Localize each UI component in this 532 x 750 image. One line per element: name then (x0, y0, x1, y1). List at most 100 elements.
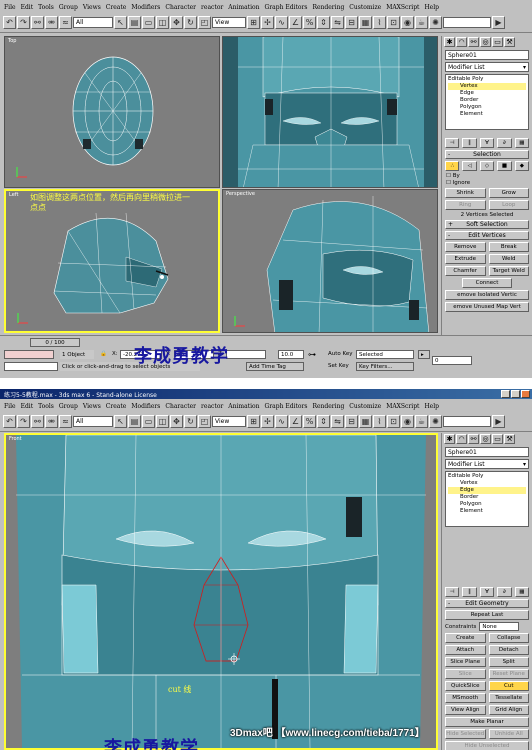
pin-stack-icon[interactable]: ⊣ (445, 587, 460, 597)
render-scene-icon[interactable]: ☕ (415, 16, 428, 29)
object-name-field[interactable]: Sphere01 (445, 447, 529, 457)
viewport-front[interactable]: Front cut 线 (4, 433, 438, 750)
layer-icon[interactable]: ▦ (359, 415, 372, 428)
maxscript-listener[interactable] (4, 350, 54, 359)
by-option[interactable]: ☐ By (446, 173, 528, 179)
edit-geometry-rollout-header[interactable]: - Edit Geometry (445, 599, 529, 608)
menu-help[interactable]: Help (424, 4, 439, 11)
snap-icon[interactable]: ∿ (275, 415, 288, 428)
menu-edit[interactable]: Edit (21, 4, 34, 11)
stack-item-element[interactable]: Element (448, 508, 526, 515)
configure-sets-icon[interactable]: ▦ (514, 138, 530, 148)
detach-button[interactable]: Detach (488, 645, 529, 655)
utilities-tab-icon[interactable]: ⚒ (504, 434, 515, 444)
pivot-icon[interactable]: ⊞ (247, 16, 260, 29)
slice-button[interactable]: Slice (445, 669, 486, 679)
slice-plane-button[interactable]: Slice Plane (445, 657, 486, 667)
key-icon[interactable]: ⊶ (308, 350, 316, 359)
add-time-tag-button[interactable]: Add Time Tag (246, 362, 304, 371)
mirror-icon[interactable]: ⇋ (331, 415, 344, 428)
render-type-dropdown[interactable] (443, 17, 491, 28)
loop-button[interactable]: Loop (488, 200, 529, 210)
make-unique-icon[interactable]: ∀ (479, 138, 495, 148)
menu-group[interactable]: Group (59, 4, 78, 11)
minimize-icon[interactable] (501, 390, 510, 398)
stack-item-editable-poly[interactable]: Editable Poly (448, 76, 526, 83)
create-tab-icon[interactable]: ✱ (444, 37, 455, 47)
select-move-icon[interactable]: ✥ (170, 415, 183, 428)
set-key-button[interactable]: Set Key (328, 363, 349, 369)
stack-item-border[interactable]: Border (448, 97, 526, 104)
select-object-icon[interactable]: ↖ (114, 415, 127, 428)
soft-selection-rollout-header[interactable]: + Soft Selection (445, 220, 529, 229)
stack-item-vertex[interactable]: Vertex (448, 83, 526, 90)
select-scale-icon[interactable]: ◰ (198, 415, 211, 428)
element-mode-icon[interactable]: ◆ (514, 161, 530, 171)
z-coord-field[interactable] (226, 350, 266, 359)
menu-group[interactable]: Group (59, 403, 78, 410)
material-editor-icon[interactable]: ◉ (401, 415, 414, 428)
selection-filter-dropdown[interactable]: All (73, 17, 113, 28)
viewport-top[interactable]: Top (4, 36, 220, 188)
create-button[interactable]: Create (445, 633, 486, 643)
undo-icon[interactable]: ↶ (3, 16, 16, 29)
selection-filter-dropdown[interactable]: All (73, 416, 113, 427)
menu-tools[interactable]: Tools (38, 403, 54, 410)
unlink-icon[interactable]: ⚮ (45, 415, 58, 428)
window-crossing-icon[interactable]: ◫ (156, 415, 169, 428)
curve-editor-icon[interactable]: ⌇ (373, 16, 386, 29)
menu-views[interactable]: Views (83, 403, 101, 410)
auto-key-button[interactable]: Auto Key (328, 351, 353, 357)
menu-graph-editors[interactable]: Graph Editors (265, 4, 308, 11)
split-checkbox[interactable]: Split (488, 657, 529, 667)
menu-file[interactable]: File (4, 403, 16, 410)
select-rotate-icon[interactable]: ↻ (184, 16, 197, 29)
modify-tab-icon[interactable]: ◠ (456, 37, 467, 47)
select-by-name-icon[interactable]: ▤ (128, 415, 141, 428)
selection-rollout-header[interactable]: - Selection (445, 150, 529, 159)
grid-spacing-field[interactable]: 10.0 (278, 350, 304, 359)
unhide-all-button[interactable]: Unhide All (488, 729, 529, 739)
key-mode-toggle-icon[interactable]: ▸ (418, 350, 430, 359)
hide-selected-button[interactable]: Hide Selected (445, 729, 486, 739)
break-button[interactable]: Break (488, 242, 529, 252)
weld-button[interactable]: Weld (488, 254, 529, 264)
viewport-left[interactable]: Left 如图调整这两点位置，然后再向里稍微拉进一点点 (4, 189, 220, 333)
menu-views[interactable]: Views (83, 4, 101, 11)
render-scene-icon[interactable]: ☕ (415, 415, 428, 428)
configure-sets-icon[interactable]: ▦ (514, 587, 530, 597)
key-mode-dropdown[interactable]: Selected (356, 350, 414, 359)
ring-button[interactable]: Ring (445, 200, 486, 210)
material-editor-icon[interactable]: ◉ (401, 16, 414, 29)
percent-snap-icon[interactable]: % (303, 16, 316, 29)
make-planar-button[interactable]: Make Planar (445, 717, 529, 727)
spinner-snap-icon[interactable]: ⇕ (317, 16, 330, 29)
utilities-tab-icon[interactable]: ⚒ (504, 37, 515, 47)
menu-tools[interactable]: Tools (38, 4, 54, 11)
angle-snap-icon[interactable]: ∠ (289, 16, 302, 29)
show-end-result-icon[interactable]: ∥ (462, 587, 477, 597)
menu-reactor[interactable]: reactor (201, 403, 223, 410)
rect-select-icon[interactable]: ▭ (142, 415, 155, 428)
manipulate-icon[interactable]: ✢ (261, 16, 274, 29)
remove-button[interactable]: Remove (445, 242, 486, 252)
stack-item-edge[interactable]: Edge (448, 90, 526, 97)
remove-modifier-icon[interactable]: ∂ (497, 138, 512, 148)
modifier-list-dropdown[interactable]: Modifier List ▾ (445, 62, 529, 72)
select-object-icon[interactable]: ↖ (114, 16, 127, 29)
cut-button[interactable]: Cut (488, 681, 529, 691)
hierarchy-tab-icon[interactable]: ⚯ (468, 37, 479, 47)
motion-tab-icon[interactable]: ◎ (480, 37, 491, 47)
attach-button[interactable]: Attach (445, 645, 486, 655)
key-filters-button[interactable]: Key Filters... (356, 362, 414, 371)
modify-tab-icon[interactable]: ◠ (456, 434, 467, 444)
extrude-button[interactable]: Extrude (445, 254, 486, 264)
tessellate-button[interactable]: Tessellate (488, 693, 529, 703)
select-scale-icon[interactable]: ◰ (198, 16, 211, 29)
reset-plane-button[interactable]: Reset Plane (488, 669, 529, 679)
render-type-dropdown[interactable] (443, 416, 491, 427)
modifier-list-dropdown[interactable]: Modifier List ▾ (445, 459, 529, 469)
percent-snap-icon[interactable]: % (303, 415, 316, 428)
menu-maxscript[interactable]: MAXScript (386, 4, 419, 11)
viewport-front[interactable] (222, 36, 438, 188)
